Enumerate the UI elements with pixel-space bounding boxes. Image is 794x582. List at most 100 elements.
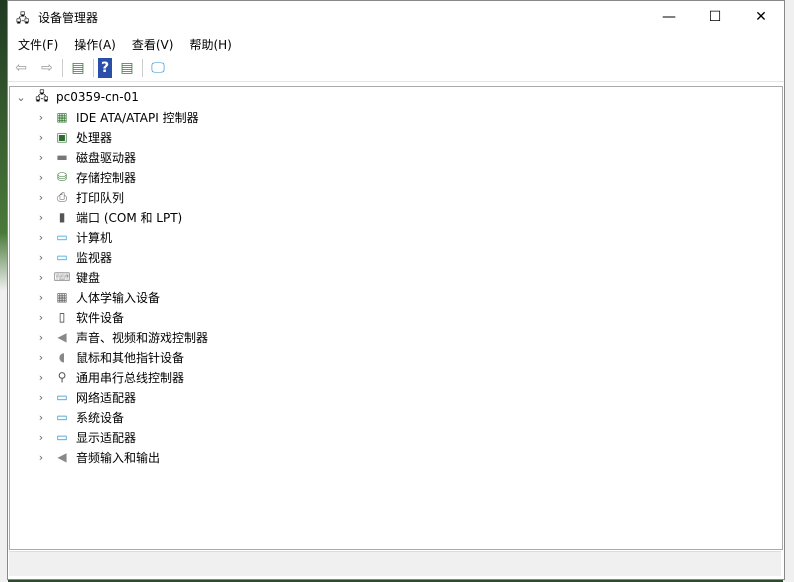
ide-controller-icon: ▦ bbox=[56, 110, 68, 124]
chevron-right-icon[interactable]: › bbox=[34, 271, 48, 284]
tree-item[interactable]: › ⎙ 打印队列 bbox=[10, 187, 782, 207]
system-device-icon: ▭ bbox=[56, 410, 68, 424]
toolbar-divider bbox=[142, 59, 143, 77]
sound-icon: ◀ bbox=[57, 330, 67, 344]
tree-item-label: 人体学输入设备 bbox=[76, 290, 161, 305]
tree-item-label: 计算机 bbox=[76, 230, 113, 245]
minimize-button[interactable]: — bbox=[646, 1, 692, 33]
tree-item[interactable]: › ◀ 音频输入和输出 bbox=[10, 447, 782, 467]
tree-item[interactable]: › ▣ 处理器 bbox=[10, 127, 782, 147]
back-arrow-icon[interactable]: ⇦ bbox=[10, 58, 32, 78]
menu-view[interactable]: 查看(V) bbox=[124, 36, 182, 53]
chevron-right-icon[interactable]: › bbox=[34, 251, 48, 264]
computer-root-icon: 🖧 bbox=[35, 88, 49, 103]
chevron-right-icon[interactable]: › bbox=[34, 371, 48, 384]
chevron-down-icon[interactable]: ⌄ bbox=[14, 91, 28, 104]
usb-icon: ⚲ bbox=[57, 370, 67, 384]
chevron-right-icon[interactable]: › bbox=[34, 411, 48, 424]
chevron-right-icon[interactable]: › bbox=[34, 351, 48, 364]
tree-item[interactable]: › ▦ 人体学输入设备 bbox=[10, 287, 782, 307]
chevron-right-icon[interactable]: › bbox=[34, 191, 48, 204]
chevron-right-icon[interactable]: › bbox=[34, 111, 48, 124]
software-device-icon: ▯ bbox=[58, 310, 66, 324]
root-label: pc0359-cn-01 bbox=[56, 90, 139, 104]
menu-action[interactable]: 操作(A) bbox=[66, 36, 124, 53]
tree-item-label: 键盘 bbox=[76, 270, 101, 285]
tree-item[interactable]: › ▭ 计算机 bbox=[10, 227, 782, 247]
toolbar: ⇦ ⇨ ▤ ? ▤ 🖵 bbox=[8, 55, 784, 82]
tree-item-label: 端口 (COM 和 LPT) bbox=[76, 210, 183, 225]
tree-item[interactable]: › ⚲ 通用串行总线控制器 bbox=[10, 367, 782, 387]
chevron-right-icon[interactable]: › bbox=[34, 151, 48, 164]
tree-item[interactable]: › ▯ 软件设备 bbox=[10, 307, 782, 327]
device-tree: ⌄ 🖧 pc0359-cn-01 › ▦ IDE ATA/ATAPI 控制器 › ▣ 处理… bbox=[9, 86, 783, 550]
tree-item-label: 显示适配器 bbox=[76, 430, 137, 445]
chevron-right-icon[interactable]: › bbox=[34, 211, 48, 224]
tree-item-label: 处理器 bbox=[76, 130, 113, 145]
hid-icon: ▦ bbox=[56, 290, 68, 304]
audio-io-icon: ◀ bbox=[57, 450, 67, 464]
title-bar: 🖧 设备管理器 — ☐ ✕ bbox=[8, 1, 784, 33]
disk-drive-icon: ▬ bbox=[56, 150, 68, 164]
tree-item-label: 音频输入和输出 bbox=[76, 450, 161, 465]
tree-item-label: 存储控制器 bbox=[76, 170, 137, 185]
status-bar bbox=[9, 551, 781, 576]
tree-root[interactable]: ⌄ 🖧 pc0359-cn-01 bbox=[10, 87, 782, 107]
tree-item[interactable]: › ◖ 鼠标和其他指针设备 bbox=[10, 347, 782, 367]
device-manager-window: 🖧 设备管理器 — ☐ ✕ 文件(F) 操作(A) 查看(V) 帮助(H) ⇦ … bbox=[7, 0, 785, 580]
tree-item[interactable]: › ⌨ 键盘 bbox=[10, 267, 782, 287]
tree-item-label: 声音、视频和游戏控制器 bbox=[76, 330, 209, 345]
display-adapter-icon: ▭ bbox=[56, 430, 68, 444]
port-icon: ▮ bbox=[58, 210, 66, 224]
chevron-right-icon[interactable]: › bbox=[34, 311, 48, 324]
tree-item-label: 软件设备 bbox=[76, 310, 125, 325]
tree-item[interactable]: › ▦ IDE ATA/ATAPI 控制器 bbox=[10, 107, 782, 127]
tree-item-label: 系统设备 bbox=[76, 410, 125, 425]
monitor-icon: ▭ bbox=[56, 250, 68, 264]
tree-item[interactable]: › ⛁ 存储控制器 bbox=[10, 167, 782, 187]
close-button[interactable]: ✕ bbox=[738, 1, 784, 33]
printer-icon: ⎙ bbox=[57, 189, 67, 204]
toolbar-divider bbox=[62, 59, 63, 77]
keyboard-icon: ⌨ bbox=[53, 270, 71, 284]
tree-item[interactable]: › ▭ 系统设备 bbox=[10, 407, 782, 427]
tree-item-label: 通用串行总线控制器 bbox=[76, 370, 185, 385]
show-hide-console-tree-icon[interactable]: ▤ bbox=[67, 58, 89, 78]
menu-help[interactable]: 帮助(H) bbox=[181, 36, 239, 53]
chevron-right-icon[interactable]: › bbox=[34, 391, 48, 404]
computer-icon: ▭ bbox=[56, 230, 68, 244]
tree-item[interactable]: › ▭ 网络适配器 bbox=[10, 387, 782, 407]
tree-item-label: IDE ATA/ATAPI 控制器 bbox=[76, 110, 199, 125]
tree-item[interactable]: › ▭ 显示适配器 bbox=[10, 427, 782, 447]
tree-item[interactable]: › ◀ 声音、视频和游戏控制器 bbox=[10, 327, 782, 347]
chevron-right-icon[interactable]: › bbox=[34, 431, 48, 444]
network-adapter-icon: ▭ bbox=[56, 390, 68, 404]
menu-bar: 文件(F) 操作(A) 查看(V) 帮助(H) bbox=[8, 33, 784, 55]
tree-item-label: 磁盘驱动器 bbox=[76, 150, 137, 165]
tree-item[interactable]: › ▮ 端口 (COM 和 LPT) bbox=[10, 207, 782, 227]
chevron-right-icon[interactable]: › bbox=[34, 451, 48, 464]
tree-item[interactable]: › ▬ 磁盘驱动器 bbox=[10, 147, 782, 167]
maximize-button[interactable]: ☐ bbox=[692, 1, 738, 33]
show-action-pane-icon[interactable]: ▤ bbox=[116, 58, 138, 78]
forward-arrow-icon[interactable]: ⇨ bbox=[36, 58, 58, 78]
chevron-right-icon[interactable]: › bbox=[34, 331, 48, 344]
tree-item-label: 监视器 bbox=[76, 250, 113, 265]
chevron-right-icon[interactable]: › bbox=[34, 291, 48, 304]
window-title: 设备管理器 bbox=[38, 10, 99, 25]
device-manager-icon: 🖧 bbox=[16, 11, 30, 25]
storage-controller-icon: ⛁ bbox=[56, 170, 68, 184]
chevron-right-icon[interactable]: › bbox=[34, 131, 48, 144]
processor-icon: ▣ bbox=[56, 130, 68, 144]
menu-file[interactable]: 文件(F) bbox=[10, 36, 66, 53]
toolbar-divider bbox=[93, 59, 94, 77]
scan-hardware-icon[interactable]: 🖵 bbox=[147, 58, 169, 78]
tree-item-label: 网络适配器 bbox=[76, 390, 137, 405]
tree-item[interactable]: › ▭ 监视器 bbox=[10, 247, 782, 267]
tree-item-label: 鼠标和其他指针设备 bbox=[76, 350, 185, 365]
chevron-right-icon[interactable]: › bbox=[34, 171, 48, 184]
help-icon[interactable]: ? bbox=[98, 58, 112, 78]
mouse-icon: ◖ bbox=[58, 350, 66, 364]
tree-item-label: 打印队列 bbox=[76, 190, 125, 205]
chevron-right-icon[interactable]: › bbox=[34, 231, 48, 244]
